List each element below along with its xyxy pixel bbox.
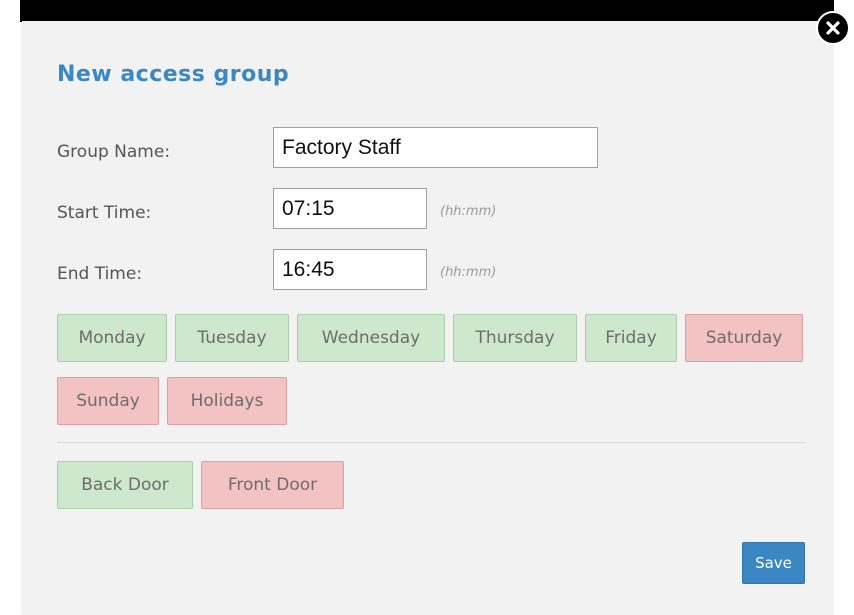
close-icon: [826, 21, 840, 35]
day-toggle-monday[interactable]: Monday: [57, 314, 167, 362]
door-toggle-back-door[interactable]: Back Door: [57, 461, 193, 509]
end-time-label: End Time:: [57, 264, 143, 284]
start-time-format-hint: (hh:mm): [440, 204, 497, 219]
day-toggle-sunday[interactable]: Sunday: [57, 377, 159, 425]
group-name-label: Group Name:: [57, 142, 171, 162]
overlay-top-bar: [20, 0, 834, 22]
day-toggle-saturday[interactable]: Saturday: [685, 314, 803, 362]
end-time-input[interactable]: [273, 249, 427, 290]
start-time-label: Start Time:: [57, 203, 152, 223]
close-button[interactable]: [816, 11, 850, 45]
door-toggle-front-door[interactable]: Front Door: [201, 461, 344, 509]
day-toggle-tuesday[interactable]: Tuesday: [175, 314, 289, 362]
group-name-input[interactable]: [273, 127, 598, 168]
day-toggle-thursday[interactable]: Thursday: [453, 314, 577, 362]
end-time-format-hint: (hh:mm): [440, 265, 497, 280]
day-toggle-holidays[interactable]: Holidays: [167, 377, 287, 425]
save-button[interactable]: Save: [742, 542, 805, 584]
start-time-input[interactable]: [273, 188, 427, 229]
dialog-title: New access group: [57, 62, 290, 87]
day-toggle-friday[interactable]: Friday: [585, 314, 677, 362]
section-divider: [57, 442, 805, 443]
day-toggle-wednesday[interactable]: Wednesday: [297, 314, 445, 362]
